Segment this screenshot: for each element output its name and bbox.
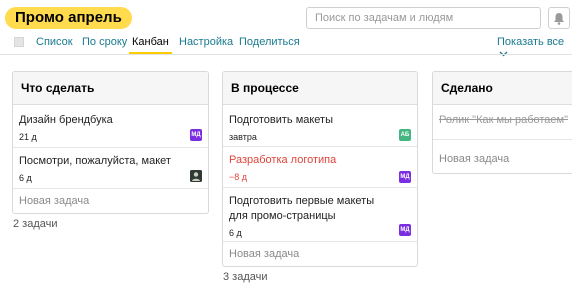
notifications-button[interactable] (548, 7, 570, 29)
task-card[interactable]: Подготовить первые макеты для промо-стра… (229, 194, 411, 238)
show-all-label: Показать все (497, 36, 565, 48)
task-due: 21 д (19, 132, 37, 142)
task-title[interactable]: Подготовить макеты (229, 113, 411, 128)
tab-share[interactable]: Поделиться (239, 36, 300, 48)
task-due-overdue: −8 д (229, 172, 248, 182)
new-task-button[interactable]: Новая задача (439, 153, 509, 165)
card-divider (223, 241, 417, 242)
view-tabs: Список По сроку Канбан Настройка Поделит… (0, 32, 572, 57)
task-title[interactable]: Разработка логотипа (229, 153, 411, 168)
task-due: 6 д (19, 173, 32, 183)
task-title[interactable]: Подготовить первые макеты для промо-стра… (229, 194, 411, 224)
kanban-column-todo: Что сделать Дизайн брендбука 21 д МД Пос… (12, 71, 209, 214)
task-card[interactable]: Разработка логотипа −8 д МД (229, 153, 411, 183)
header-divider (0, 54, 572, 55)
task-title[interactable]: Посмотри, пожалуйста, макет (19, 154, 202, 169)
card-divider (433, 139, 572, 140)
kanban-column-done: Сделано Ролик "Как мы работаем" Новая за… (432, 71, 572, 174)
column-title: В процессе (223, 72, 417, 105)
assignee-avatar[interactable]: МД (190, 129, 202, 141)
task-card[interactable]: Подготовить макеты завтра АБ (229, 113, 411, 142)
assignee-avatar[interactable]: МД (399, 224, 411, 236)
tab-kanban[interactable]: Канбан (132, 36, 169, 48)
project-title[interactable]: Промо апрель (5, 7, 132, 29)
column-title: Что сделать (13, 72, 208, 105)
column-title: Сделано (433, 72, 572, 105)
task-card[interactable]: Посмотри, пожалуйста, макет 6 д (19, 154, 202, 183)
show-all-dropdown[interactable]: Показать все (497, 36, 572, 60)
task-title[interactable]: Дизайн брендбука (19, 113, 202, 128)
task-due: завтра (229, 132, 257, 142)
avatar-photo-icon (190, 170, 202, 182)
task-card[interactable]: Дизайн брендбука 21 д МД (19, 113, 202, 142)
task-card[interactable]: Ролик "Как мы работаем" (439, 113, 572, 128)
tab-by-deadline[interactable]: По сроку (82, 36, 127, 48)
card-divider (223, 146, 417, 147)
search-input[interactable]: Поиск по задачам и людям (306, 7, 541, 29)
task-count: 2 задачи (13, 218, 58, 230)
task-due: 6 д (229, 228, 242, 238)
kanban-column-in-progress: В процессе Подготовить макеты завтра АБ … (222, 71, 418, 267)
bell-icon (554, 12, 564, 25)
tab-settings[interactable]: Настройка (179, 36, 233, 48)
assignee-avatar[interactable]: МД (399, 171, 411, 183)
select-all-checkbox[interactable] (14, 37, 24, 47)
card-divider (13, 188, 208, 189)
tab-list[interactable]: Список (36, 36, 73, 48)
card-divider (223, 187, 417, 188)
assignee-avatar[interactable]: АБ (399, 129, 411, 141)
assignee-photo-avatar[interactable] (190, 170, 202, 182)
new-task-button[interactable]: Новая задача (229, 248, 299, 260)
task-count: 3 задачи (223, 271, 268, 283)
task-title-completed[interactable]: Ролик "Как мы работаем" (439, 113, 572, 128)
new-task-button[interactable]: Новая задача (19, 195, 89, 207)
card-divider (13, 147, 208, 148)
